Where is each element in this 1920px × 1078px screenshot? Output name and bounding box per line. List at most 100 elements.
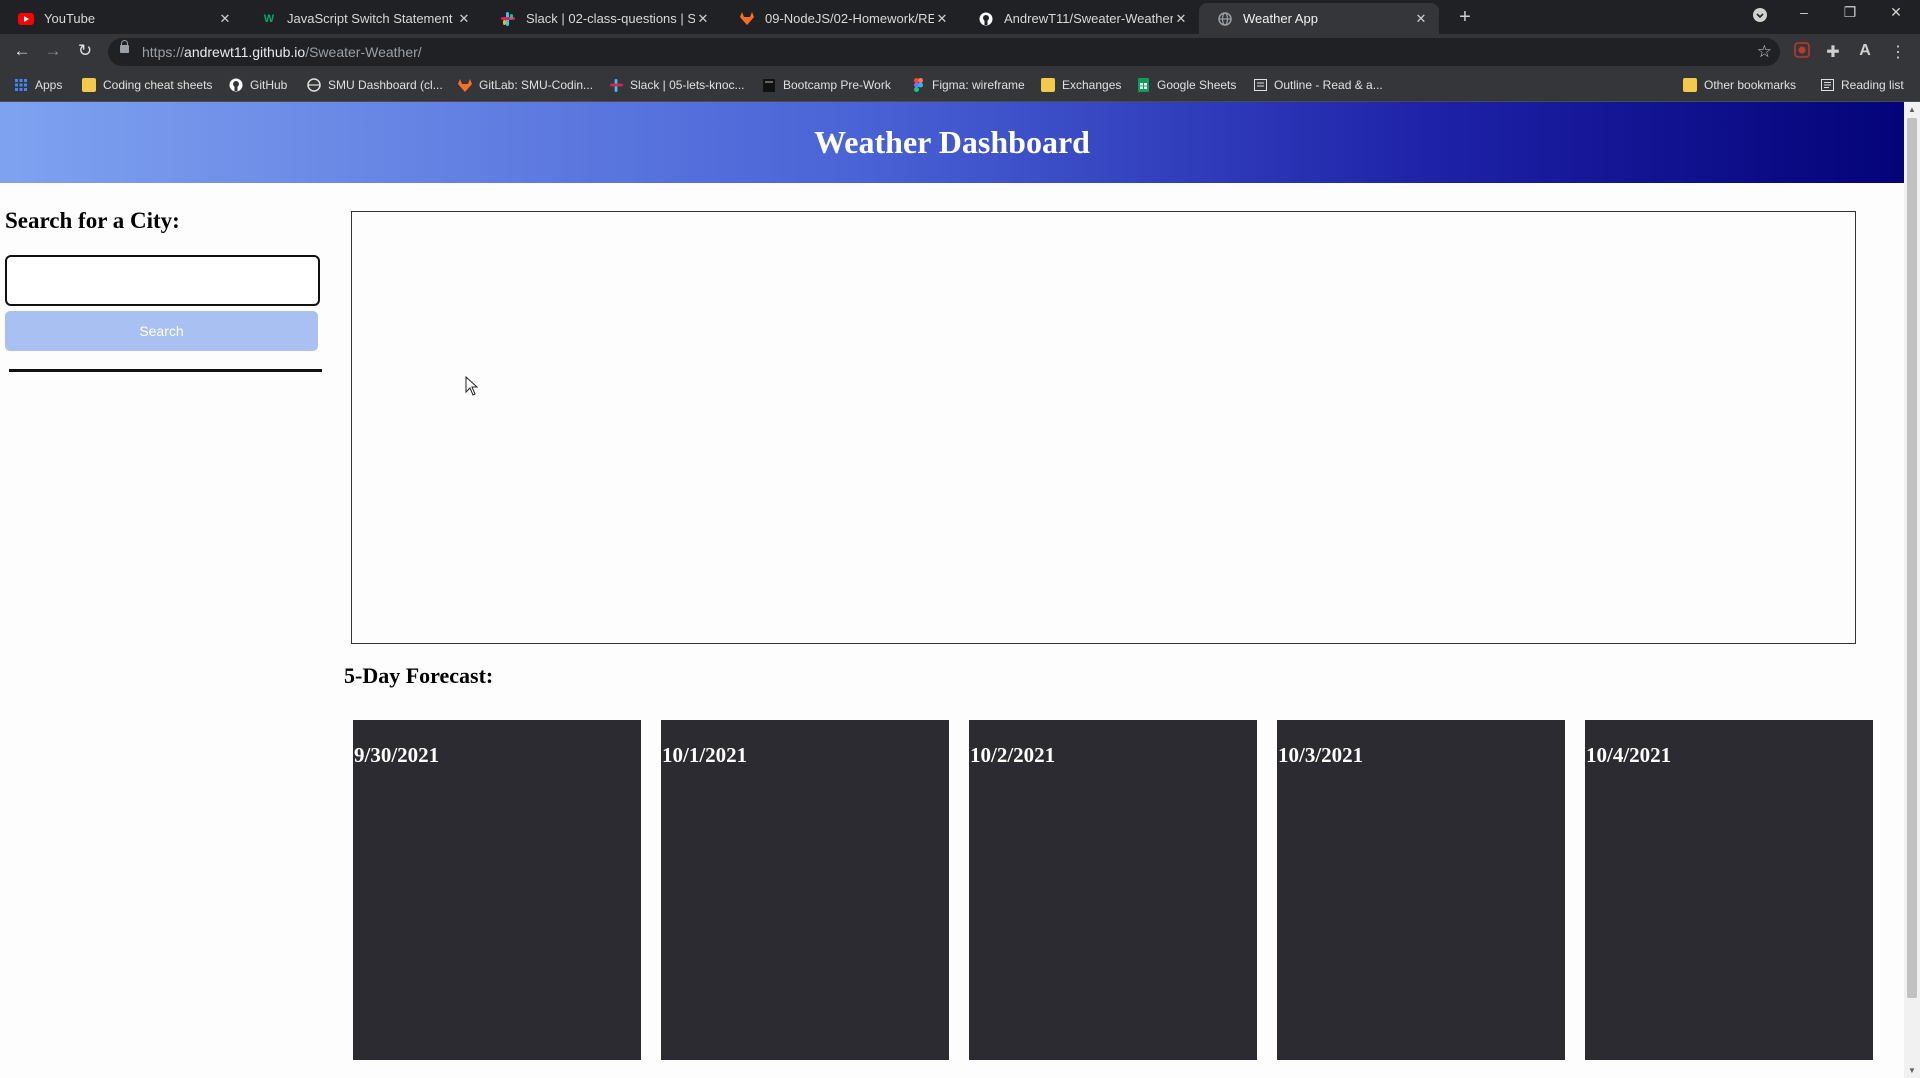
bookmark-label: Other bookmarks bbox=[1704, 78, 1797, 92]
folder-icon bbox=[1683, 78, 1697, 92]
tab-title: AndrewT11/Sweater-Weather: A bbox=[1004, 11, 1173, 26]
page-title: Weather Dashboard bbox=[814, 124, 1090, 160]
bookmark-figma-wireframe[interactable]: Figma: wireframe bbox=[911, 78, 1025, 92]
forecast-card: 10/4/2021 bbox=[1585, 720, 1873, 1060]
extensions-puzzle-icon[interactable]: ✚ bbox=[1823, 42, 1843, 62]
reload-icon[interactable]: ↻ bbox=[73, 41, 97, 61]
forward-arrow-icon[interactable]: → bbox=[41, 41, 65, 61]
search-button[interactable]: Search bbox=[5, 311, 318, 351]
tab-title: JavaScript Switch Statement bbox=[287, 11, 453, 26]
scrollbar-thumb[interactable] bbox=[1907, 118, 1917, 998]
forecast-card: 10/2/2021 bbox=[969, 720, 1257, 1060]
forecast-date: 10/3/2021 bbox=[1278, 743, 1364, 767]
city-search-input[interactable] bbox=[5, 255, 320, 306]
apps-grid-icon bbox=[14, 78, 28, 92]
close-icon[interactable]: ✕ bbox=[1173, 11, 1189, 27]
tab-title: Slack | 02-class-questions | SMU- bbox=[526, 11, 695, 26]
tab-gitlab-homework[interactable]: 09-NodeJS/02-Homework/READ ✕ bbox=[721, 3, 960, 34]
bookmark-bootcamp-prework[interactable]: Bootcamp Pre-Work bbox=[762, 78, 891, 92]
web-page: Weather Dashboard Search for a City: Sea… bbox=[0, 102, 1904, 1078]
scroll-up-arrow-icon[interactable]: ▲ bbox=[1904, 105, 1920, 114]
url-text: https://andrewt11.github.io/Sweater-Weat… bbox=[142, 44, 422, 60]
profile-avatar-icon[interactable]: A bbox=[1855, 42, 1875, 60]
tab-title: YouTube bbox=[44, 11, 96, 26]
forecast-heading: 5-Day Forecast: bbox=[344, 663, 494, 688]
slack-icon bbox=[609, 78, 623, 92]
close-icon[interactable]: ✕ bbox=[934, 11, 950, 27]
youtube-icon bbox=[18, 11, 34, 27]
close-icon[interactable]: ✕ bbox=[217, 11, 233, 27]
bookmark-label: Outline - Read & a... bbox=[1274, 78, 1383, 92]
extension-record-icon[interactable] bbox=[1792, 42, 1812, 63]
bookmark-smu-dashboard[interactable]: SMU Dashboard (cl... bbox=[307, 78, 443, 92]
figma-icon bbox=[911, 78, 925, 92]
bookmark-gitlab[interactable]: GitLab: SMU-Codin... bbox=[458, 78, 593, 92]
forecast-date: 10/4/2021 bbox=[1586, 743, 1672, 767]
book-icon bbox=[762, 78, 776, 92]
scroll-down-arrow-icon[interactable]: ▼ bbox=[1904, 1066, 1920, 1075]
bookmark-label: Google Sheets bbox=[1157, 78, 1237, 92]
lock-icon bbox=[120, 40, 129, 53]
globe-icon bbox=[307, 78, 321, 92]
bookmark-label: SMU Dashboard (cl... bbox=[328, 78, 443, 92]
forecast-card: 9/30/2021 bbox=[353, 720, 641, 1060]
bookmark-label: GitLab: SMU-Codin... bbox=[479, 78, 594, 92]
browser-tab-strip: YouTube ✕ W JavaScript Switch Statement … bbox=[0, 0, 1920, 34]
reading-list-icon bbox=[1820, 78, 1834, 92]
github-icon bbox=[978, 11, 994, 27]
bookmark-apps[interactable]: Apps bbox=[14, 78, 62, 92]
close-icon[interactable]: ✕ bbox=[456, 11, 472, 27]
bookmark-label: Apps bbox=[35, 78, 63, 92]
gitlab-icon bbox=[739, 11, 755, 27]
bookmark-google-sheets[interactable]: Google Sheets bbox=[1136, 78, 1236, 92]
close-icon[interactable]: ✕ bbox=[695, 11, 711, 27]
bookmark-label: GitHub bbox=[250, 78, 288, 92]
bookmark-slack[interactable]: Slack | 05-lets-knoc... bbox=[609, 78, 745, 92]
tab-weather-app[interactable]: Weather App ✕ bbox=[1199, 3, 1439, 34]
tab-javascript-switch[interactable]: W JavaScript Switch Statement ✕ bbox=[243, 3, 482, 34]
page-header: Weather Dashboard bbox=[0, 102, 1904, 183]
bookmark-github[interactable]: GitHub bbox=[229, 78, 287, 92]
close-window-icon[interactable]: ✕ bbox=[1884, 4, 1908, 21]
page-scrollbar[interactable]: ▲ ▼ bbox=[1904, 102, 1920, 1078]
tab-github-repo[interactable]: AndrewT11/Sweater-Weather: A ✕ bbox=[960, 3, 1199, 34]
bookmark-label: Coding cheat sheets bbox=[103, 78, 213, 92]
w3schools-icon: W bbox=[263, 12, 275, 25]
folder-icon bbox=[82, 78, 96, 92]
maximize-icon[interactable]: ❐ bbox=[1838, 4, 1862, 21]
forecast-date: 10/2/2021 bbox=[970, 743, 1056, 767]
tab-slack-class-questions[interactable]: Slack | 02-class-questions | SMU- ✕ bbox=[482, 3, 721, 34]
outline-icon bbox=[1253, 78, 1267, 92]
search-history-divider bbox=[9, 369, 322, 372]
address-bar[interactable]: https://andrewt11.github.io/Sweater-Weat… bbox=[108, 38, 1780, 66]
bookmark-label: Reading list bbox=[1841, 78, 1904, 92]
forecast-card: 10/1/2021 bbox=[661, 720, 949, 1060]
menu-kebab-icon[interactable]: ⋮ bbox=[1888, 42, 1908, 62]
forecast-date: 9/30/2021 bbox=[354, 743, 440, 767]
tab-search-icon[interactable] bbox=[1748, 7, 1772, 26]
search-heading: Search for a City: bbox=[5, 208, 180, 233]
bookmark-star-icon[interactable]: ☆ bbox=[1757, 42, 1772, 62]
sheets-icon bbox=[1136, 78, 1150, 92]
tab-youtube[interactable]: YouTube ✕ bbox=[0, 3, 243, 34]
slack-icon bbox=[500, 11, 516, 27]
tab-title: Weather App bbox=[1243, 11, 1318, 26]
folder-icon bbox=[1041, 78, 1055, 92]
minimize-icon[interactable]: – bbox=[1792, 4, 1816, 20]
forecast-date: 10/1/2021 bbox=[662, 743, 748, 767]
bookmark-outline[interactable]: Outline - Read & a... bbox=[1253, 78, 1383, 92]
bookmark-coding-cheat-sheets[interactable]: Coding cheat sheets bbox=[82, 78, 212, 92]
bookmark-reading-list[interactable]: Reading list bbox=[1820, 78, 1904, 92]
gitlab-icon bbox=[458, 78, 472, 92]
bookmark-label: Exchanges bbox=[1062, 78, 1122, 92]
bookmark-label: Bootcamp Pre-Work bbox=[783, 78, 891, 92]
bookmark-other-bookmarks[interactable]: Other bookmarks bbox=[1683, 78, 1796, 92]
current-weather-panel bbox=[351, 211, 1856, 644]
bookmark-exchanges[interactable]: Exchanges bbox=[1041, 78, 1121, 92]
close-icon[interactable]: ✕ bbox=[1413, 11, 1429, 27]
browser-toolbar: ← → ↻ https://andrewt11.github.io/Sweate… bbox=[0, 34, 1920, 70]
back-arrow-icon[interactable]: ← bbox=[10, 41, 34, 61]
bookmark-label: Slack | 05-lets-knoc... bbox=[630, 78, 745, 92]
bookmark-label: Figma: wireframe bbox=[932, 78, 1025, 92]
new-tab-button[interactable]: + bbox=[1454, 6, 1476, 29]
